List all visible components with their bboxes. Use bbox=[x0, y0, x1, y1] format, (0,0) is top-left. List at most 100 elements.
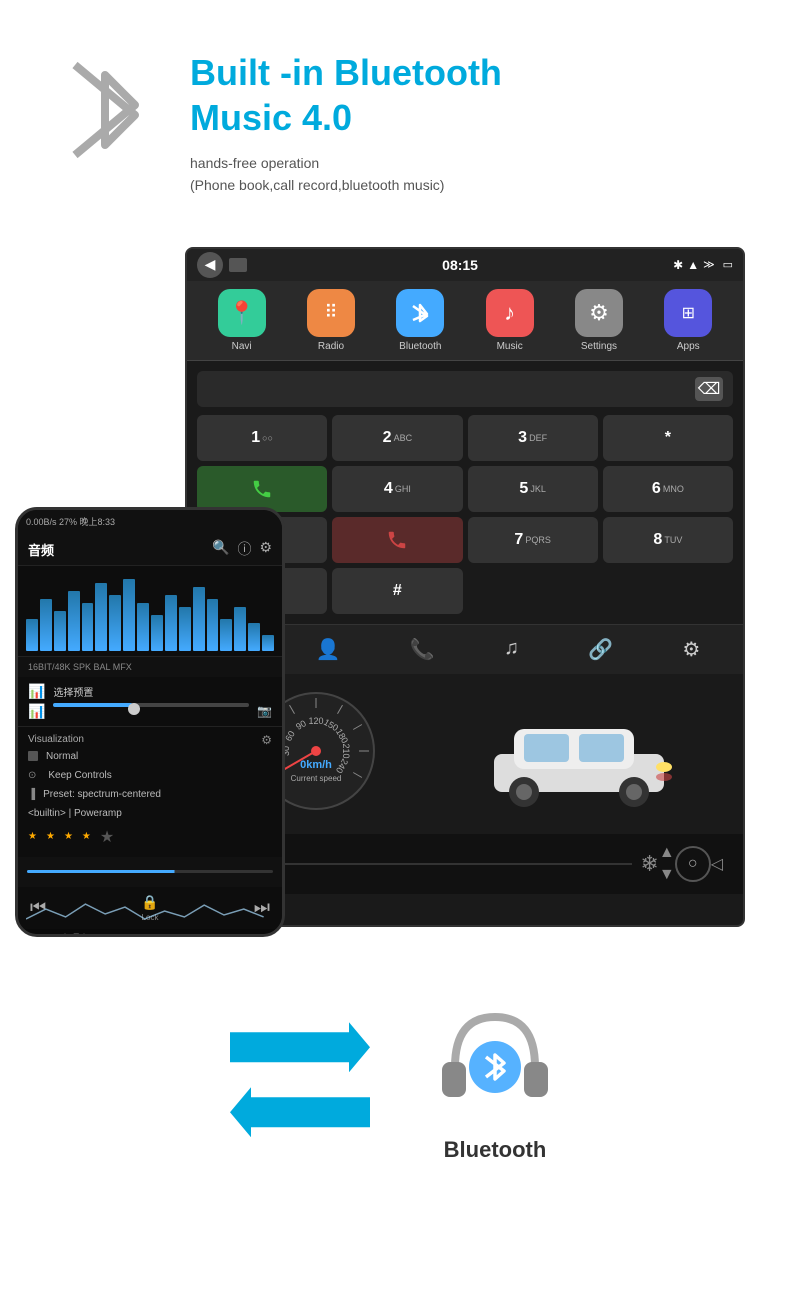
key-5[interactable]: 5JKL bbox=[468, 466, 598, 512]
eq-bar-7 bbox=[109, 595, 121, 651]
apps-label: Apps bbox=[677, 341, 700, 352]
expand-icon: ≫ bbox=[703, 258, 715, 271]
radio-icon: ⠿ bbox=[307, 289, 355, 337]
preset-text-val: Preset: spectrum-centered bbox=[43, 789, 161, 800]
bluetooth-label-bottom: Bluetooth bbox=[444, 1137, 547, 1163]
phone-track-info: Pneumatic-Tokyo Pneumatic Tokyo bbox=[18, 929, 282, 937]
app-apps[interactable]: ⊞ Apps bbox=[664, 289, 712, 352]
viz-label: Visualization bbox=[28, 734, 84, 745]
viz-normal-item: Normal bbox=[28, 747, 272, 766]
arrow-left bbox=[230, 1087, 370, 1137]
key-hash[interactable]: # bbox=[332, 568, 462, 614]
app-settings[interactable]: ⚙ Settings bbox=[575, 289, 623, 352]
app-navi[interactable]: 📍 Navi bbox=[218, 289, 266, 352]
music-label: Music bbox=[497, 341, 523, 352]
volume-slider-container[interactable] bbox=[53, 703, 249, 719]
phone-status-text: 0.00B/s 27% 晚上8:33 bbox=[26, 515, 115, 528]
nav-settings-gear[interactable]: ⚙ bbox=[674, 633, 708, 666]
camera-icon: 📷 bbox=[257, 704, 272, 718]
eq-bar-12 bbox=[179, 607, 191, 651]
viz-knob-icon: ⊙ bbox=[28, 770, 36, 781]
key-1[interactable]: 1○○ bbox=[197, 415, 327, 461]
status-icon-box bbox=[229, 258, 247, 272]
viz-keep-text: Keep Controls bbox=[48, 770, 111, 781]
star-2: ★ bbox=[46, 831, 56, 842]
visualization-section: Visualization ⚙ Normal ⊙ Keep Controls ▐… bbox=[18, 726, 282, 857]
preset-bar-icon: ▐ bbox=[28, 789, 35, 800]
settings-icon-phone[interactable]: ⚙ bbox=[259, 539, 272, 559]
key-3[interactable]: 3DEF bbox=[468, 415, 598, 461]
svg-text:0km/h: 0km/h bbox=[300, 759, 332, 771]
bluetooth-icon-large bbox=[50, 40, 160, 180]
key-6[interactable]: 6MNO bbox=[603, 466, 733, 512]
key-call-red[interactable] bbox=[332, 517, 462, 563]
volume-slider[interactable] bbox=[53, 703, 249, 707]
search-icon[interactable]: 🔍 bbox=[212, 539, 229, 559]
eq-bar-8 bbox=[123, 579, 135, 651]
back-button[interactable]: ◀ bbox=[197, 252, 223, 278]
eq-bar-6 bbox=[95, 583, 107, 651]
key-star[interactable]: * bbox=[603, 415, 733, 461]
eq-bar-18 bbox=[262, 635, 274, 651]
app-icons-row: 📍 Navi ⠿ Radio Bluetooth ♪ Music ⚙ Setti… bbox=[187, 281, 743, 361]
eq-bar-2 bbox=[40, 599, 52, 651]
nav-contacts[interactable]: 👤 bbox=[308, 633, 349, 666]
eq-bar-11 bbox=[165, 595, 177, 651]
status-left: ◀ bbox=[197, 252, 247, 278]
eq-bar-1 bbox=[26, 619, 38, 651]
key-4[interactable]: 4GHI bbox=[332, 466, 462, 512]
nav-phone[interactable]: 📞 bbox=[402, 633, 443, 666]
viz-normal-text: Normal bbox=[46, 751, 78, 762]
backspace-button[interactable]: ⌫ bbox=[695, 377, 723, 401]
apps-icon: ⊞ bbox=[664, 289, 712, 337]
phone-screen: 0.00B/s 27% 晚上8:33 音频 🔍 ⓘ ⚙ bbox=[15, 507, 285, 937]
ac-circle-btn[interactable]: ○ bbox=[675, 846, 711, 882]
screenshots-area: ◀ 08:15 ✱ ▲ ≫ ▭ 📍 Navi ⠿ Radio bbox=[0, 227, 790, 957]
key-8[interactable]: 8TUV bbox=[603, 517, 733, 563]
ac-back-btn[interactable]: ◁ bbox=[711, 854, 723, 874]
eq-bar-4 bbox=[68, 591, 80, 651]
ac-up-btn[interactable]: ▲ bbox=[659, 844, 675, 862]
status-time: 08:15 bbox=[442, 257, 478, 273]
phone-controls: 📊 选择预置 📊 📷 bbox=[18, 677, 282, 726]
key-2[interactable]: 2ABC bbox=[332, 415, 462, 461]
star-1: ★ bbox=[28, 831, 38, 842]
svg-text:Current speed: Current speed bbox=[291, 774, 342, 783]
key-call-green[interactable] bbox=[197, 466, 327, 512]
info-icon[interactable]: ⓘ bbox=[237, 539, 251, 559]
bluetooth-label: Bluetooth bbox=[399, 341, 441, 352]
vol-icon: 📊 bbox=[28, 703, 45, 720]
nav-music-note[interactable]: ♫ bbox=[496, 633, 527, 666]
preset-text: 选择预置 bbox=[53, 684, 93, 699]
volume-row: 📊 📷 bbox=[28, 703, 272, 720]
app-radio[interactable]: ⠿ Radio bbox=[307, 289, 355, 352]
preset-row: ▐ Preset: spectrum-centered bbox=[28, 785, 272, 804]
fan-right-icon[interactable]: ❄ bbox=[640, 851, 658, 877]
eq-bar-16 bbox=[234, 607, 246, 651]
volume-knob[interactable] bbox=[128, 703, 140, 715]
play-progress-bar[interactable] bbox=[27, 870, 273, 873]
arrows-col bbox=[230, 1022, 370, 1137]
ac-slider-left[interactable] bbox=[233, 863, 632, 865]
viz-normal-dot bbox=[28, 751, 38, 761]
status-bar: ◀ 08:15 ✱ ▲ ≫ ▭ bbox=[187, 249, 743, 281]
nav-link[interactable]: 🔗 bbox=[580, 633, 621, 666]
ac-down-btn[interactable]: ▼ bbox=[659, 866, 675, 884]
arrow-right bbox=[230, 1022, 370, 1072]
stars-row: ★ ★ ★ ★ ★ bbox=[28, 823, 272, 851]
star-5: ★ bbox=[100, 827, 114, 847]
bt-headphone-section: Bluetooth bbox=[430, 997, 560, 1163]
eq-bar-10 bbox=[151, 615, 163, 651]
equalizer-row: 📊 选择预置 bbox=[28, 683, 272, 700]
bluetooth-status-icon: ✱ bbox=[673, 258, 683, 272]
viz-keep-item: ⊙ Keep Controls bbox=[28, 766, 272, 785]
eq-bar-15 bbox=[220, 619, 232, 651]
star-3: ★ bbox=[64, 831, 74, 842]
app-bluetooth[interactable]: Bluetooth bbox=[396, 289, 444, 352]
key-7[interactable]: 7PQRS bbox=[468, 517, 598, 563]
phone-playbar bbox=[18, 857, 282, 887]
app-music[interactable]: ♪ Music bbox=[486, 289, 534, 352]
viz-settings-icon[interactable]: ⚙ bbox=[261, 733, 272, 747]
builtin-row: <builtin> | Poweramp bbox=[28, 804, 272, 823]
phone-header-icons: 🔍 ⓘ ⚙ bbox=[212, 539, 272, 559]
